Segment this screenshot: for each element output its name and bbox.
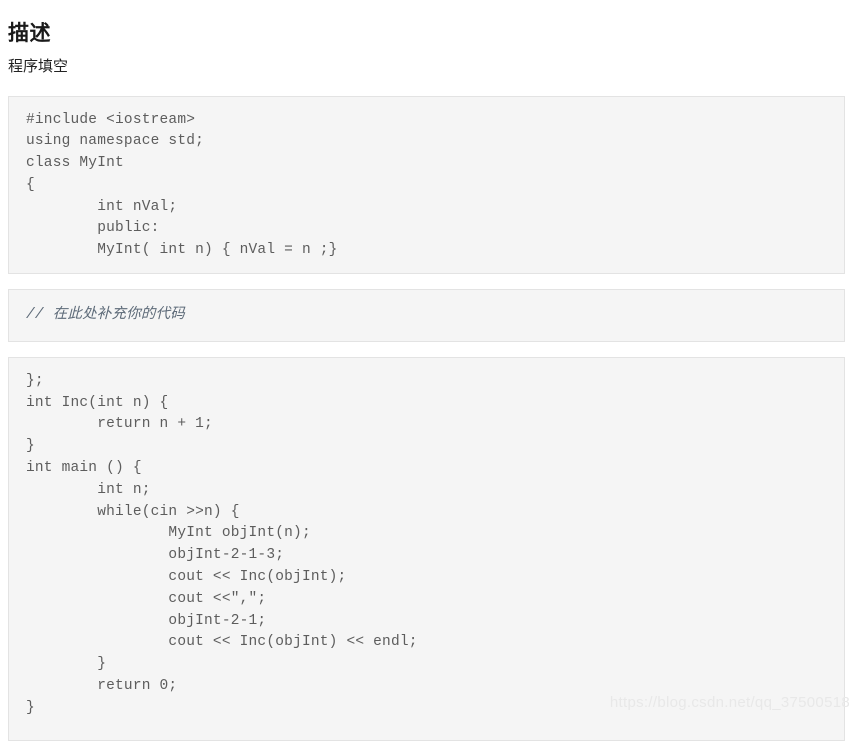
code-line: }; (26, 372, 44, 389)
code-line: { (26, 176, 35, 193)
code-line: MyInt objInt(n); (26, 525, 311, 542)
code-line: MyInt( int n) { nVal = n ;} (26, 242, 338, 259)
page-title: 描述 (8, 22, 51, 46)
code-line: int Inc(int n) { (26, 394, 169, 411)
code-line: int nVal; (26, 198, 178, 215)
code-line: } (26, 656, 107, 673)
code-line: #include <iostream> (26, 111, 196, 128)
code-line: int n; (26, 481, 151, 498)
code-line: objInt-2-1-3; (26, 547, 285, 564)
code-line: cout << Inc(objInt); (26, 569, 347, 586)
code-stack: #include <iostream> using namespace std; c… (8, 81, 845, 755)
code-line: public: (26, 220, 160, 237)
code-block-fill-in-placeholder: // 在此处补充你的代码 (8, 288, 845, 343)
code-line: cout << Inc(objInt) << endl; (26, 634, 418, 651)
code-line: return 0; (26, 678, 178, 695)
code-line: cout <<","; (26, 590, 267, 607)
code-line: class MyInt (26, 155, 124, 172)
code-comment-line: // 在此处补充你的代码 (26, 306, 186, 323)
code-line: objInt-2-1; (26, 612, 267, 629)
code-line: } (26, 438, 35, 455)
code-line: using namespace std; (26, 133, 205, 150)
code-line: return n + 1; (26, 416, 213, 433)
code-line: } (26, 699, 35, 716)
code-block-class-definition: #include <iostream> using namespace std; c… (8, 95, 845, 275)
code-block-main-function: }; int Inc(int n) { return n + 1;} int mai… (8, 356, 845, 741)
problem-description-page: 描述 程序填空 #include <iostream> using namespa… (0, 0, 858, 741)
code-line: while(cin >>n) { (26, 503, 240, 520)
code-line: int main () { (26, 460, 142, 477)
section-label-program-fill-in: 程序填空 (8, 58, 69, 75)
